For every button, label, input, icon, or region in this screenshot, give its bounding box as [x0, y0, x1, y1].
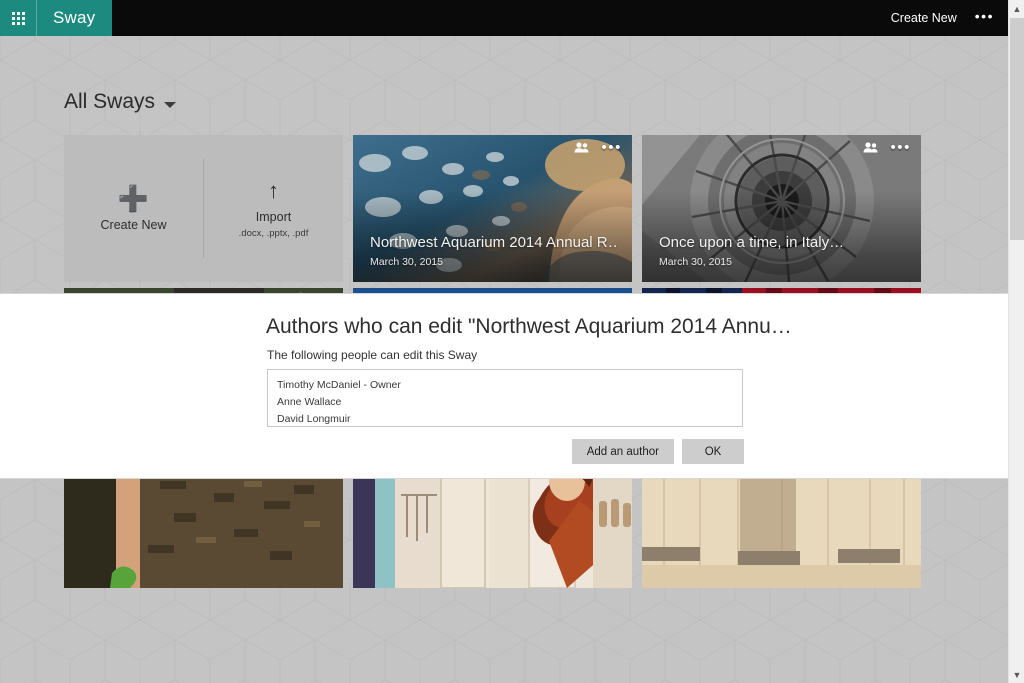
all-sways-filter-dropdown[interactable]: All Sways: [64, 90, 176, 114]
ellipsis-icon[interactable]: •••: [890, 143, 911, 153]
create-new-button[interactable]: Create New: [891, 11, 957, 25]
create-new-tile-label: Create New: [101, 218, 167, 232]
tile-title: Northwest Aquarium 2014 Annual R…: [370, 234, 618, 251]
people-icon[interactable]: [574, 142, 589, 153]
authors-list[interactable]: Timothy McDaniel - Owner Anne Wallace Da…: [267, 369, 743, 427]
chevron-down-icon: [164, 102, 176, 108]
tile-actions: •••: [863, 142, 911, 153]
sway-tile[interactable]: ••• Northwest Aquarium 2014 Annual R… Ma…: [353, 135, 632, 282]
tile-caption: Once upon a time, in Italy… March 30, 20…: [659, 234, 907, 268]
tile-date: March 30, 2015: [370, 256, 618, 268]
top-navigation-bar: Sway Create New •••: [0, 0, 1008, 36]
topbar-overflow-menu-icon[interactable]: •••: [975, 9, 994, 27]
create-or-import-tile: ➕ Create New ↑ Import .docx, .pptx, .pdf: [64, 135, 343, 282]
tile-title: Once upon a time, in Italy…: [659, 234, 907, 251]
upload-arrow-icon: ↑: [268, 178, 279, 204]
import-tile-sublabel: .docx, .pptx, .pdf: [239, 228, 309, 239]
authors-dialog-content: Authors who can edit "Northwest Aquarium…: [266, 294, 744, 478]
authors-dialog-title: Authors who can edit "Northwest Aquarium…: [266, 315, 792, 339]
scroll-up-arrow-icon[interactable]: ▲: [1009, 0, 1024, 17]
topbar-spacer: [112, 0, 890, 36]
sway-brand-link[interactable]: Sway: [36, 0, 112, 36]
sway-tile[interactable]: ••• Once upon a time, in Italy… March 30…: [642, 135, 921, 282]
app-launcher-grid-icon: [12, 12, 25, 25]
app-launcher-button[interactable]: [0, 0, 36, 36]
plus-icon: ➕: [118, 186, 149, 212]
list-item[interactable]: David Longmuir: [277, 411, 742, 427]
import-tile-label: Import: [256, 210, 291, 224]
tile-actions: •••: [574, 142, 622, 153]
page-title: All Sways: [64, 90, 155, 114]
sway-app-window: Sway Create New ••• All Sways ➕ Create N…: [0, 0, 1024, 683]
list-item[interactable]: Anne Wallace: [277, 394, 742, 411]
authors-dialog-subtitle: The following people can edit this Sway: [267, 348, 477, 362]
tile-caption: Northwest Aquarium 2014 Annual R… March …: [370, 234, 618, 268]
authors-dialog: Authors who can edit "Northwest Aquarium…: [0, 293, 1008, 479]
create-new-tile-button[interactable]: ➕ Create New: [64, 135, 203, 282]
authors-dialog-actions: Add an author OK: [572, 439, 744, 464]
ellipsis-icon[interactable]: •••: [601, 143, 622, 153]
scrollbar-thumb[interactable]: [1010, 18, 1024, 240]
vertical-scrollbar[interactable]: ▲ ▼: [1008, 0, 1024, 683]
list-item[interactable]: Timothy McDaniel - Owner: [277, 377, 742, 394]
scroll-down-arrow-icon[interactable]: ▼: [1009, 666, 1024, 683]
ok-button[interactable]: OK: [682, 439, 744, 464]
import-tile-button[interactable]: ↑ Import .docx, .pptx, .pdf: [204, 135, 343, 282]
topbar-actions: Create New •••: [891, 0, 1008, 36]
people-icon[interactable]: [863, 142, 878, 153]
tile-date: March 30, 2015: [659, 256, 907, 268]
add-an-author-button[interactable]: Add an author: [572, 439, 674, 464]
